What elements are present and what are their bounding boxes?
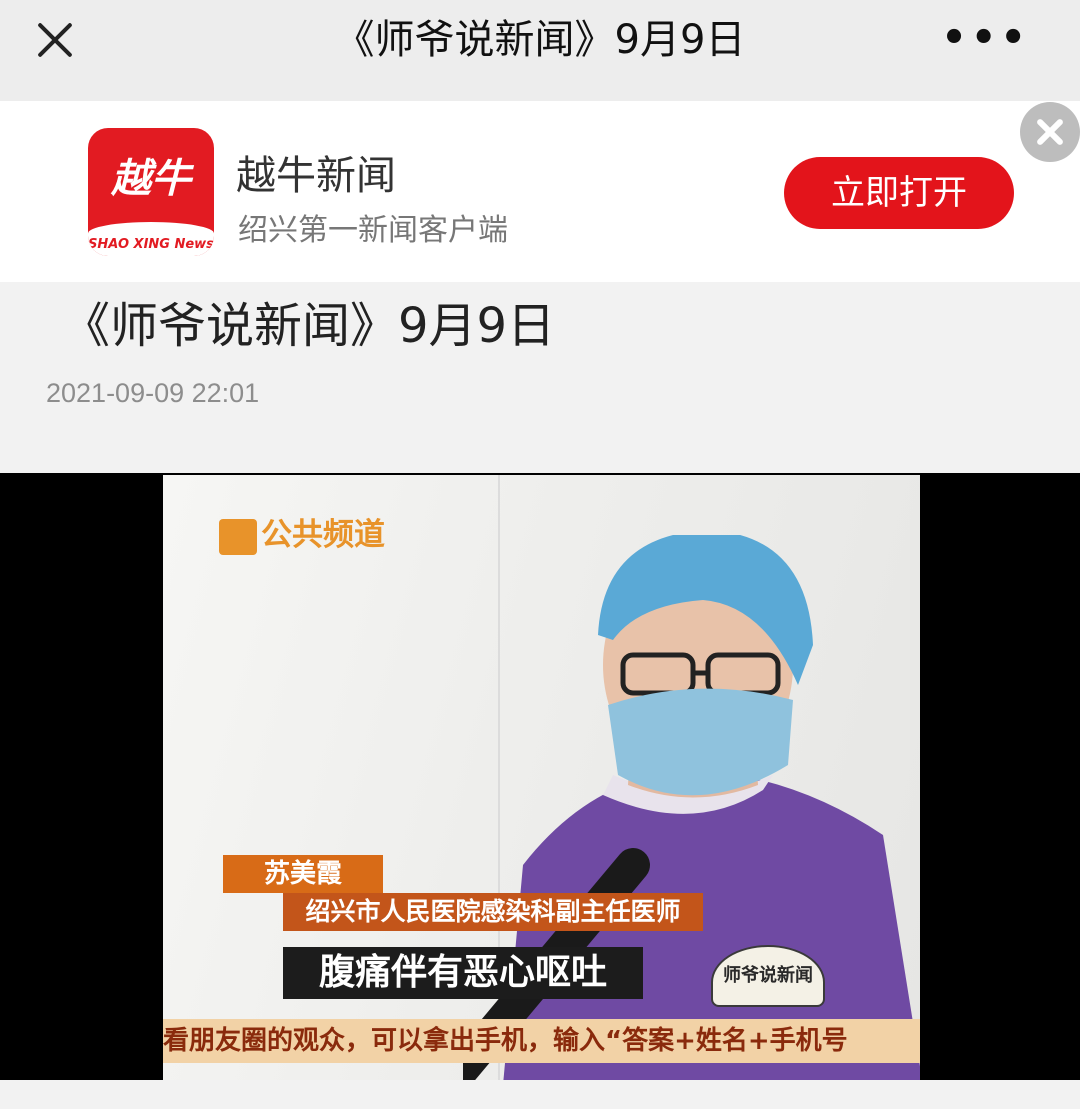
logo-text: 越牛 (111, 155, 191, 202)
app-name: 越牛新闻 (236, 153, 396, 199)
channel-label: 公共频道 (261, 517, 385, 553)
article-date: 2021-09-09 22:01 (46, 378, 260, 408)
channel-logo: 公共频道 (219, 515, 391, 557)
page-title: 《师爷说新闻》9月9日 (334, 17, 746, 63)
speaker-role-tag: 绍兴市人民医院感染科副主任医师 (283, 893, 703, 931)
open-app-button[interactable]: 立即打开 (784, 157, 1014, 229)
logo-subtext: SHAO XING News (88, 237, 214, 252)
article-title: 《师爷说新闻》9月9日 (62, 298, 556, 354)
banner-close-icon[interactable] (1020, 102, 1080, 162)
video-subtitle: 腹痛伴有恶心呕吐 (283, 947, 643, 999)
app-promo-banner: 越牛 SHAO XING News 越牛新闻 绍兴第一新闻客户端 立即打开 (0, 101, 1080, 282)
app-logo: 越牛 SHAO XING News (88, 128, 214, 256)
speaker-name-tag: 苏美霞 (223, 855, 383, 893)
app-tagline: 绍兴第一新闻客户端 (238, 213, 508, 248)
news-ticker: 看朋友圈的观众，可以拿出手机，输入“答案+姓名+手机号 (163, 1019, 920, 1063)
more-options-icon[interactable]: ••• (941, 18, 1030, 58)
video-frame: 公共频道 苏美霞 绍兴市人民医院感染科副主任医师 腹痛伴有恶心呕吐 师爷说新闻 … (163, 475, 920, 1080)
video-player[interactable]: 公共频道 苏美霞 绍兴市人民医院感染科副主任医师 腹痛伴有恶心呕吐 师爷说新闻 … (0, 473, 1080, 1080)
channel-badge-icon (219, 519, 257, 555)
top-bar: 《师爷说新闻》9月9日 ••• (0, 0, 1080, 101)
